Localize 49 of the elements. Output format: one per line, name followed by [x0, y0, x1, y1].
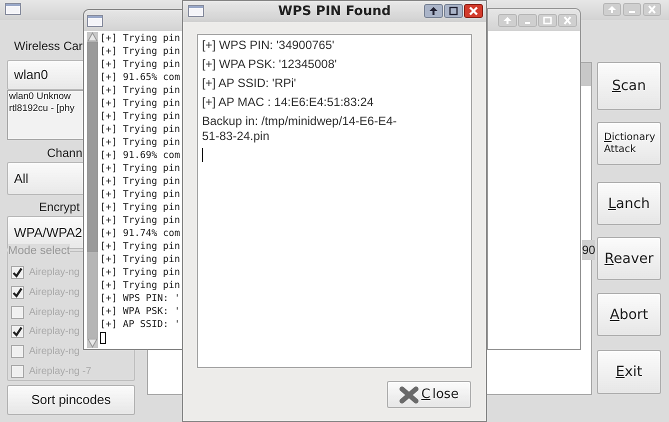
terminal-line: [+] Trying pin	[100, 279, 180, 292]
action-button[interactable]: Scan	[597, 62, 661, 110]
scroll-up-icon[interactable]	[87, 32, 98, 42]
action-button[interactable]: Dictionary Attack	[597, 122, 661, 165]
result-line: [+] WPA PSK: '12345008'	[202, 57, 337, 72]
info-line: wlan0 Unknow	[9, 91, 71, 103]
result-line: [+] AP SSID: 'RPi'	[202, 76, 296, 91]
close-icon[interactable]	[464, 4, 483, 18]
table-cell: 90	[582, 240, 596, 260]
window-icon	[87, 14, 103, 26]
result-line: Backup in: /tmp/minidwep/14-E6-E4-51-83-24.pin	[202, 114, 398, 144]
scroll-thumb[interactable]	[87, 252, 98, 338]
terminal-line: [+] WPA PSK: '	[100, 305, 180, 318]
sort-button[interactable]: Sort pincodes	[7, 385, 135, 415]
terminal-line: [+] Trying pin	[100, 97, 180, 110]
window-title: WPS PIN Found	[278, 2, 391, 21]
action-button[interactable]: Exit	[597, 350, 661, 394]
terminal-line: [+] Trying pin	[100, 201, 180, 214]
action-button[interactable]: Abort	[597, 293, 661, 336]
terminal-line: [+] Trying pin	[100, 32, 180, 45]
maximize-icon[interactable]	[444, 4, 463, 18]
terminal-line: [+] Trying pin	[100, 253, 180, 266]
action-button[interactable]: Lanch	[597, 182, 661, 225]
window-icon	[188, 5, 204, 17]
text-cursor	[202, 148, 203, 162]
scroll-down-icon[interactable]	[87, 338, 98, 348]
minimize-icon[interactable]	[518, 14, 537, 26]
field-label: Chann	[47, 145, 82, 162]
terminal-line: [+] WPS PIN: '	[100, 292, 180, 305]
pin-icon[interactable]	[424, 4, 443, 18]
action-button[interactable]: Reaver	[597, 237, 661, 280]
terminal-line: [+] AP SSID: '	[100, 318, 180, 331]
scrollbar[interactable]	[87, 32, 98, 348]
minimize-icon[interactable]	[623, 3, 641, 16]
field-label: Encrypt	[39, 199, 80, 216]
result-line: [+] AP MAC : 14:E6:E4:51:83:24	[202, 95, 374, 110]
text-cursor	[100, 332, 106, 344]
window-icon	[5, 3, 21, 15]
terminal-line: [+] Trying pin	[100, 110, 180, 123]
result-line: [+] WPS PIN: '34900765'	[202, 38, 334, 53]
field-label: Wireless Car	[14, 38, 83, 55]
text-area[interactable]: [+] WPS PIN: '34900765' [+] WPA PSK: '12345008' [+] AP SSID: 'RPi' [+] AP MAC : 14:E6:E4:51:83:24 Backup in: /tmp/minidwep/14-E6-E4-51-83-24.pin	[197, 34, 472, 368]
terminal-line: [+] Trying pin	[100, 266, 180, 279]
info-line: rtl8192cu - [phy	[9, 103, 74, 115]
terminal-line: [+] Trying pin	[100, 45, 180, 58]
terminal-line: [+] 91.69% com	[100, 149, 180, 162]
close-icon	[399, 386, 420, 404]
terminal-line: [+] Trying pin	[100, 123, 180, 136]
terminal-line: [+] Trying pin	[100, 136, 180, 149]
